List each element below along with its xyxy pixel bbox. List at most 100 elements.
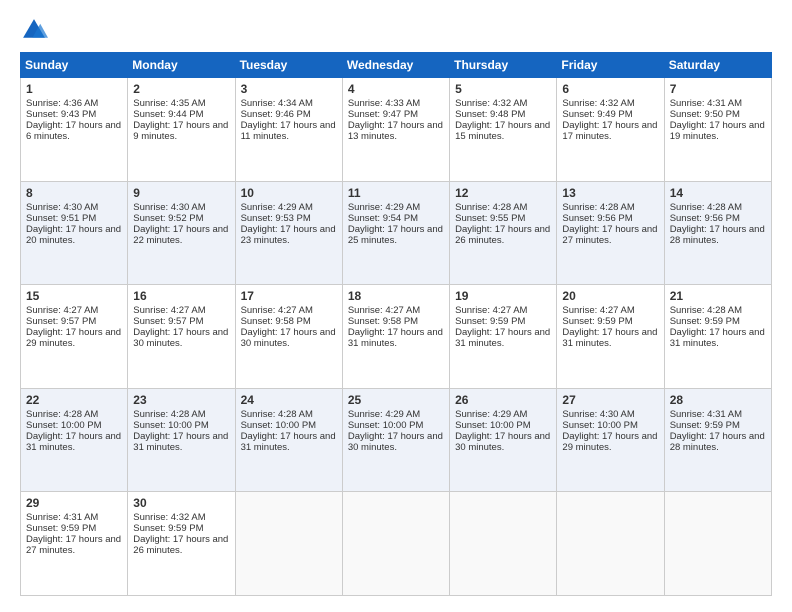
day-info: Sunrise: 4:32 AMSunset: 9:59 PMDaylight:…: [133, 512, 228, 556]
calendar-week-row: 22 Sunrise: 4:28 AMSunset: 10:00 PMDaylig…: [21, 388, 772, 492]
calendar-day-cell: 21 Sunrise: 4:28 AMSunset: 9:59 PMDayligh…: [664, 285, 771, 389]
calendar-week-row: 15 Sunrise: 4:27 AMSunset: 9:57 PMDayligh…: [21, 285, 772, 389]
calendar-week-row: 29Sunrise: 4:31 AMSunset: 9:59 PMDayligh…: [21, 492, 772, 596]
logo-icon: [20, 16, 48, 44]
calendar-week-row: 8Sunrise: 4:30 AMSunset: 9:51 PMDaylight…: [21, 181, 772, 285]
calendar-day-cell: [557, 492, 664, 596]
calendar-day-cell: 25 Sunrise: 4:29 AMSunset: 10:00 PMDaylig…: [342, 388, 449, 492]
day-number: 16: [133, 289, 229, 303]
day-info: Sunrise: 4:30 AMSunset: 9:51 PMDaylight:…: [26, 202, 121, 246]
day-number: 6: [562, 82, 658, 96]
calendar: Sunday Monday Tuesday Wednesday Thursday…: [20, 52, 772, 596]
calendar-day-cell: 1Sunrise: 4:36 AMSunset: 9:43 PMDaylight…: [21, 78, 128, 182]
header: [20, 16, 772, 44]
calendar-day-cell: 27Sunrise: 4:30 AMSunset: 10:00 PMDaylig…: [557, 388, 664, 492]
calendar-day-cell: 12 Sunrise: 4:28 AMSunset: 9:55 PMDayligh…: [450, 181, 557, 285]
day-number: 12: [455, 186, 551, 200]
day-info: Sunrise: 4:28 AMSunset: 10:00 PMDaylight…: [133, 409, 228, 453]
day-number: 2: [133, 82, 229, 96]
calendar-day-cell: 15 Sunrise: 4:27 AMSunset: 9:57 PMDayligh…: [21, 285, 128, 389]
header-thursday: Thursday: [450, 53, 557, 78]
header-saturday: Saturday: [664, 53, 771, 78]
day-info: Sunrise: 4:28 AMSunset: 9:56 PMDaylight:…: [562, 202, 657, 246]
calendar-day-cell: [664, 492, 771, 596]
calendar-day-cell: 3 Sunrise: 4:34 AMSunset: 9:46 PMDaylight…: [235, 78, 342, 182]
calendar-day-cell: 8Sunrise: 4:30 AMSunset: 9:51 PMDaylight…: [21, 181, 128, 285]
day-number: 1: [26, 82, 122, 96]
day-number: 11: [348, 186, 444, 200]
weekday-header-row: Sunday Monday Tuesday Wednesday Thursday…: [21, 53, 772, 78]
day-number: 30: [133, 496, 229, 510]
day-number: 26: [455, 393, 551, 407]
calendar-day-cell: 29Sunrise: 4:31 AMSunset: 9:59 PMDayligh…: [21, 492, 128, 596]
day-info: Sunrise: 4:30 AMSunset: 10:00 PMDaylight…: [562, 409, 657, 453]
day-info: Sunrise: 4:28 AMSunset: 9:55 PMDaylight:…: [455, 202, 550, 246]
day-number: 14: [670, 186, 766, 200]
calendar-day-cell: 10 Sunrise: 4:29 AMSunset: 9:53 PMDayligh…: [235, 181, 342, 285]
calendar-day-cell: 6Sunrise: 4:32 AMSunset: 9:49 PMDaylight…: [557, 78, 664, 182]
day-number: 21: [670, 289, 766, 303]
calendar-day-cell: 17 Sunrise: 4:27 AMSunset: 9:58 PMDayligh…: [235, 285, 342, 389]
header-friday: Friday: [557, 53, 664, 78]
day-number: 9: [133, 186, 229, 200]
day-info: Sunrise: 4:28 AMSunset: 9:56 PMDaylight:…: [670, 202, 765, 246]
day-number: 28: [670, 393, 766, 407]
day-info: Sunrise: 4:27 AMSunset: 9:57 PMDaylight:…: [133, 305, 228, 349]
day-info: Sunrise: 4:35 AMSunset: 9:44 PMDaylight:…: [133, 98, 228, 142]
calendar-body: 1Sunrise: 4:36 AMSunset: 9:43 PMDaylight…: [21, 78, 772, 596]
calendar-day-cell: 13 Sunrise: 4:28 AMSunset: 9:56 PMDayligh…: [557, 181, 664, 285]
day-info: Sunrise: 4:28 AMSunset: 10:00 PMDaylight…: [241, 409, 336, 453]
day-number: 19: [455, 289, 551, 303]
calendar-day-cell: [450, 492, 557, 596]
calendar-day-cell: 19 Sunrise: 4:27 AMSunset: 9:59 PMDayligh…: [450, 285, 557, 389]
calendar-day-cell: 2 Sunrise: 4:35 AMSunset: 9:44 PMDaylight…: [128, 78, 235, 182]
day-info: Sunrise: 4:29 AMSunset: 9:53 PMDaylight:…: [241, 202, 336, 246]
day-info: Sunrise: 4:31 AMSunset: 9:59 PMDaylight:…: [670, 409, 765, 453]
logo: [20, 16, 52, 44]
day-info: Sunrise: 4:29 AMSunset: 9:54 PMDaylight:…: [348, 202, 443, 246]
calendar-day-cell: 7 Sunrise: 4:31 AMSunset: 9:50 PMDaylight…: [664, 78, 771, 182]
calendar-day-cell: 26Sunrise: 4:29 AMSunset: 10:00 PMDaylig…: [450, 388, 557, 492]
day-info: Sunrise: 4:29 AMSunset: 10:00 PMDaylight…: [348, 409, 443, 453]
header-sunday: Sunday: [21, 53, 128, 78]
day-number: 20: [562, 289, 658, 303]
day-number: 7: [670, 82, 766, 96]
day-number: 18: [348, 289, 444, 303]
day-info: Sunrise: 4:27 AMSunset: 9:58 PMDaylight:…: [241, 305, 336, 349]
calendar-day-cell: 30 Sunrise: 4:32 AMSunset: 9:59 PMDayligh…: [128, 492, 235, 596]
day-info: Sunrise: 4:28 AMSunset: 9:59 PMDaylight:…: [670, 305, 765, 349]
calendar-day-cell: [235, 492, 342, 596]
day-number: 5: [455, 82, 551, 96]
calendar-day-cell: 24Sunrise: 4:28 AMSunset: 10:00 PMDaylig…: [235, 388, 342, 492]
day-number: 15: [26, 289, 122, 303]
day-info: Sunrise: 4:31 AMSunset: 9:50 PMDaylight:…: [670, 98, 765, 142]
day-info: Sunrise: 4:34 AMSunset: 9:46 PMDaylight:…: [241, 98, 336, 142]
calendar-day-cell: 18 Sunrise: 4:27 AMSunset: 9:58 PMDayligh…: [342, 285, 449, 389]
calendar-day-cell: 4 Sunrise: 4:33 AMSunset: 9:47 PMDaylight…: [342, 78, 449, 182]
day-info: Sunrise: 4:27 AMSunset: 9:59 PMDaylight:…: [562, 305, 657, 349]
day-number: 22: [26, 393, 122, 407]
day-info: Sunrise: 4:32 AMSunset: 9:48 PMDaylight:…: [455, 98, 550, 142]
calendar-day-cell: 16 Sunrise: 4:27 AMSunset: 9:57 PMDayligh…: [128, 285, 235, 389]
day-info: Sunrise: 4:27 AMSunset: 9:58 PMDaylight:…: [348, 305, 443, 349]
header-tuesday: Tuesday: [235, 53, 342, 78]
day-number: 23: [133, 393, 229, 407]
calendar-day-cell: 11 Sunrise: 4:29 AMSunset: 9:54 PMDayligh…: [342, 181, 449, 285]
calendar-day-cell: 28 Sunrise: 4:31 AMSunset: 9:59 PMDayligh…: [664, 388, 771, 492]
header-wednesday: Wednesday: [342, 53, 449, 78]
day-number: 17: [241, 289, 337, 303]
day-number: 4: [348, 82, 444, 96]
calendar-day-cell: 20 Sunrise: 4:27 AMSunset: 9:59 PMDayligh…: [557, 285, 664, 389]
day-number: 25: [348, 393, 444, 407]
calendar-week-row: 1Sunrise: 4:36 AMSunset: 9:43 PMDaylight…: [21, 78, 772, 182]
day-number: 13: [562, 186, 658, 200]
calendar-day-cell: [342, 492, 449, 596]
day-number: 3: [241, 82, 337, 96]
day-info: Sunrise: 4:27 AMSunset: 9:57 PMDaylight:…: [26, 305, 121, 349]
day-info: Sunrise: 4:28 AMSunset: 10:00 PMDaylight…: [26, 409, 121, 453]
day-info: Sunrise: 4:27 AMSunset: 9:59 PMDaylight:…: [455, 305, 550, 349]
day-info: Sunrise: 4:33 AMSunset: 9:47 PMDaylight:…: [348, 98, 443, 142]
day-number: 10: [241, 186, 337, 200]
day-info: Sunrise: 4:30 AMSunset: 9:52 PMDaylight:…: [133, 202, 228, 246]
calendar-day-cell: 22 Sunrise: 4:28 AMSunset: 10:00 PMDaylig…: [21, 388, 128, 492]
